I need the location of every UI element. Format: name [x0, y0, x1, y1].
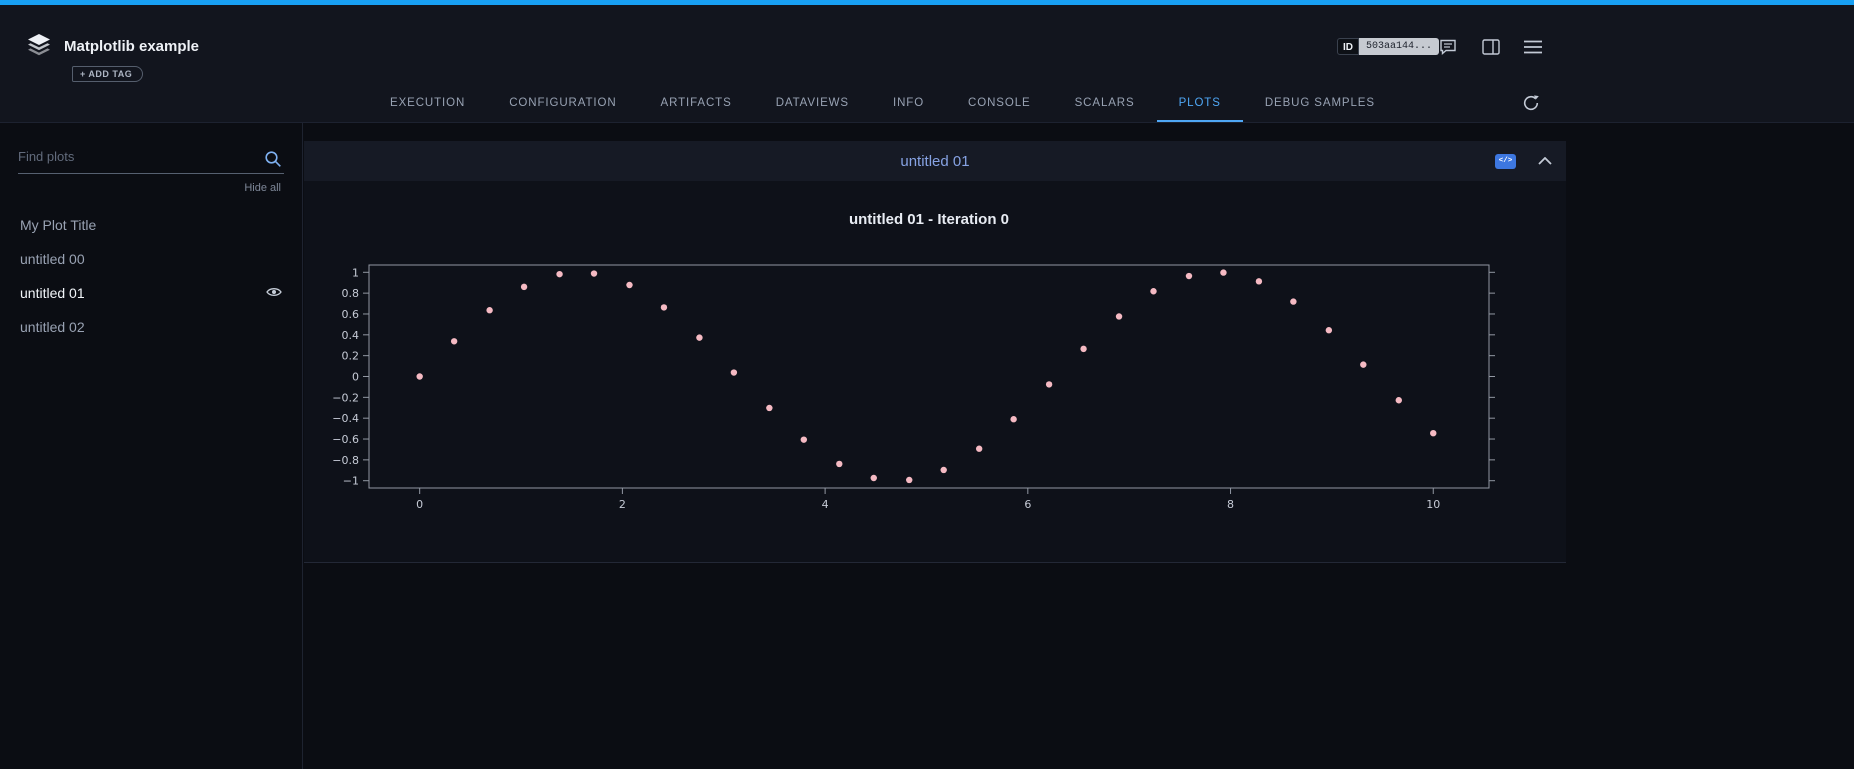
menu-icon[interactable] — [1522, 36, 1544, 58]
plots-sidebar: Hide all My Plot Title untitled 00 untit… — [0, 123, 303, 769]
tab-plots[interactable]: PLOTS — [1157, 84, 1243, 122]
tab-bar: EXECUTION CONFIGURATION ARTIFACTS DATAVI… — [0, 84, 1854, 123]
svg-text:10: 10 — [1426, 498, 1440, 511]
svg-text:0.8: 0.8 — [342, 287, 360, 300]
experiment-title: Matplotlib example — [64, 38, 199, 55]
svg-text:−0.2: −0.2 — [332, 391, 359, 404]
collapse-icon[interactable] — [1538, 157, 1552, 165]
svg-text:−0.4: −0.4 — [332, 412, 359, 425]
svg-text:−0.6: −0.6 — [332, 433, 359, 446]
plot-list: My Plot Title untitled 00 untitled 01 un… — [0, 208, 302, 344]
svg-text:−0.8: −0.8 — [332, 454, 359, 467]
svg-text:0.2: 0.2 — [342, 350, 360, 363]
experiment-id-chip[interactable]: ID 503aa144... — [1337, 38, 1439, 55]
svg-text:0.6: 0.6 — [342, 308, 360, 321]
tab-configuration[interactable]: CONFIGURATION — [487, 84, 638, 122]
feedback-icon[interactable] — [1437, 36, 1459, 58]
plot-figure-title: untitled 01 - Iteration 0 — [304, 211, 1554, 231]
tab-dataviews[interactable]: DATAVIEWS — [754, 84, 871, 122]
app-header: Matplotlib example + ADD TAG ID 503aa144… — [0, 5, 1854, 84]
plot-item-label: untitled 02 — [20, 319, 85, 335]
search-icon[interactable] — [264, 150, 282, 173]
plot-panel-actions: </> — [1495, 141, 1552, 181]
plot-item-label: untitled 00 — [20, 251, 85, 267]
scatter-plot-svg[interactable]: −1−0.8−0.6−0.4−0.200.20.40.60.810246810 — [304, 255, 1544, 517]
hide-all-link[interactable]: Hide all — [0, 182, 281, 194]
tab-info[interactable]: INFO — [871, 84, 946, 122]
tab-debug-samples[interactable]: DEBUG SAMPLES — [1243, 84, 1397, 122]
code-toggle-icon[interactable]: </> — [1495, 154, 1516, 169]
plots-content: untitled 01 </> untitled 01 - Iteration … — [304, 123, 1854, 769]
svg-text:6: 6 — [1024, 498, 1031, 511]
plot-search — [18, 143, 284, 174]
layout-icon[interactable] — [1480, 36, 1502, 58]
svg-text:8: 8 — [1227, 498, 1234, 511]
svg-text:0: 0 — [416, 498, 423, 511]
plot-list-item-untitled-02[interactable]: untitled 02 — [0, 310, 302, 344]
svg-text:0: 0 — [352, 371, 359, 384]
plot-list-item-untitled-00[interactable]: untitled 00 — [0, 242, 302, 276]
tab-execution[interactable]: EXECUTION — [368, 84, 487, 122]
svg-text:0.4: 0.4 — [342, 329, 360, 342]
id-chip-value[interactable]: 503aa144... — [1359, 38, 1439, 55]
plot-panel-body: untitled 01 - Iteration 0 −1 −0.8 −0.6 −0.4… — [304, 181, 1566, 562]
svg-text:4: 4 — [822, 498, 829, 511]
search-input[interactable] — [18, 143, 284, 173]
add-tag-button[interactable]: + ADD TAG — [72, 66, 143, 82]
svg-text:1: 1 — [352, 266, 359, 279]
tab-artifacts[interactable]: ARTIFACTS — [639, 84, 754, 122]
plot-list-item-my-plot-title[interactable]: My Plot Title — [0, 208, 302, 242]
svg-text:−1: −1 — [343, 475, 359, 488]
id-chip-label: ID — [1337, 38, 1359, 55]
refresh-icon[interactable] — [1521, 93, 1541, 113]
plot-item-label: untitled 01 — [20, 285, 85, 301]
plot-list-item-untitled-01[interactable]: untitled 01 — [0, 276, 302, 310]
plot-item-label: My Plot Title — [20, 217, 96, 233]
logo-icon[interactable] — [26, 33, 52, 62]
svg-text:2: 2 — [619, 498, 626, 511]
plot-panel-title: untitled 01 — [900, 153, 969, 170]
plot-panel-untitled-01: untitled 01 </> untitled 01 - Iteration … — [304, 141, 1566, 563]
tabs: EXECUTION CONFIGURATION ARTIFACTS DATAVI… — [368, 84, 1397, 122]
tab-scalars[interactable]: SCALARS — [1053, 84, 1157, 122]
plot-panel-header: untitled 01 </> — [304, 141, 1566, 181]
eye-icon[interactable] — [266, 285, 282, 301]
tab-console[interactable]: CONSOLE — [946, 84, 1053, 122]
